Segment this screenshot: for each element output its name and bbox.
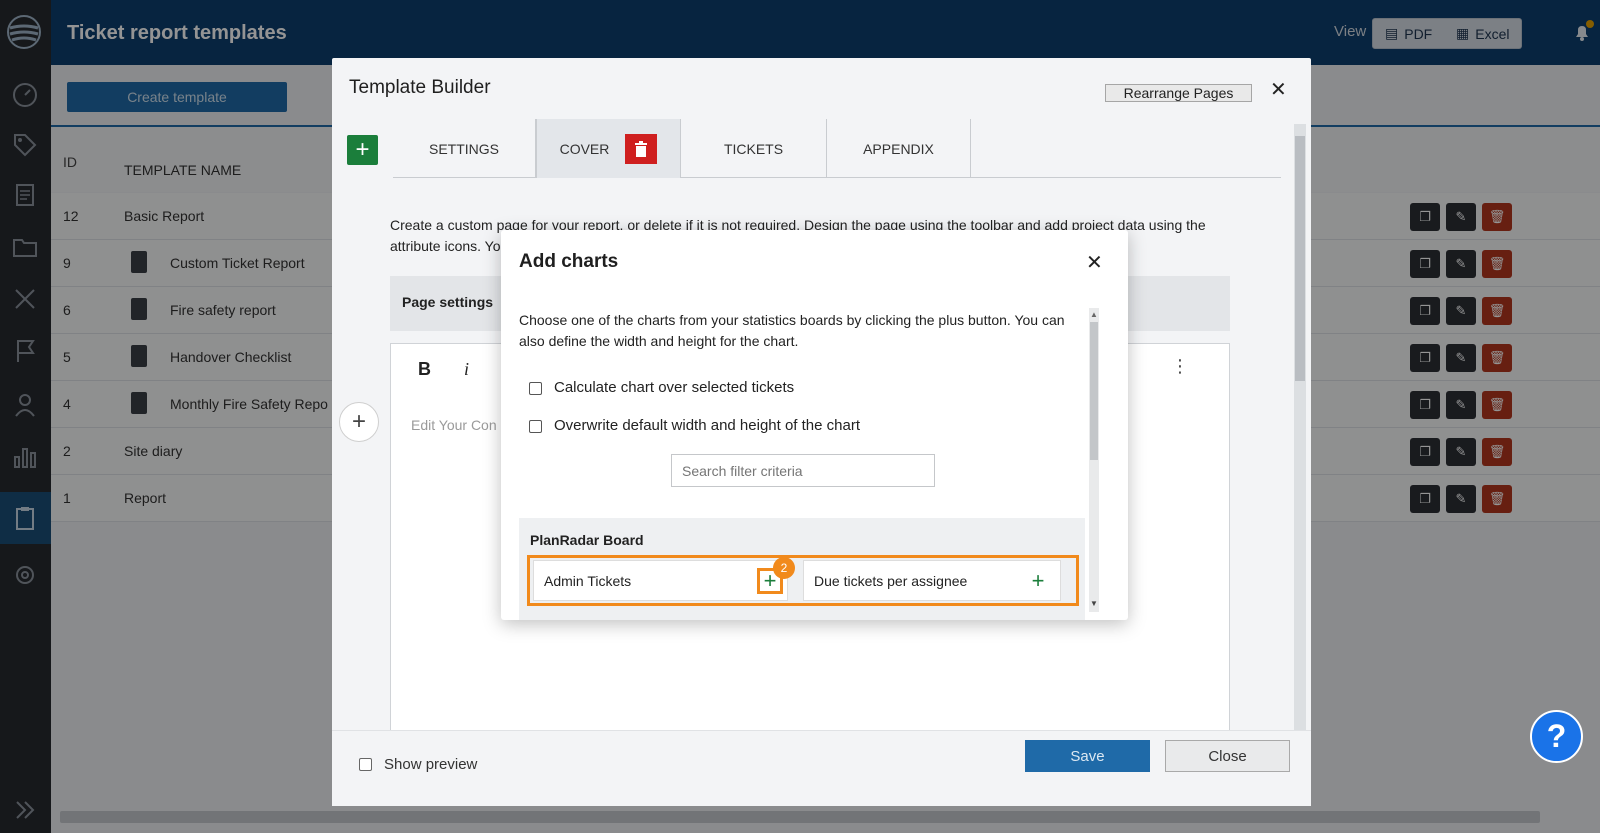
scrollbar-thumb[interactable] xyxy=(1295,136,1305,381)
step-badge: 2 xyxy=(773,557,795,579)
search-filter-input[interactable] xyxy=(671,454,935,487)
scroll-down-icon[interactable]: ▼ xyxy=(1090,599,1098,608)
board-name: PlanRadar Board xyxy=(530,532,644,548)
highlight-frame xyxy=(527,555,1079,606)
add-charts-scrollbar[interactable]: ▲ ▼ xyxy=(1089,308,1099,612)
overwrite-size-label: Overwrite default width and height of th… xyxy=(554,417,861,434)
template-builder-title: Template Builder xyxy=(349,77,491,98)
tab-label: SETTINGS xyxy=(428,140,499,157)
bold-button[interactable]: B xyxy=(418,359,431,380)
tab-label: COVER xyxy=(559,140,610,157)
add-page-button[interactable]: + xyxy=(347,135,378,165)
tab-appendix[interactable]: APPENDIX xyxy=(827,119,971,178)
calculate-selected-checkbox[interactable] xyxy=(529,382,542,395)
tab-cover[interactable]: COVER xyxy=(536,119,681,178)
calculate-selected-label: Calculate chart over selected tickets xyxy=(554,379,795,396)
scroll-up-icon[interactable]: ▲ xyxy=(1090,310,1098,319)
add-charts-title: Add charts xyxy=(519,251,619,272)
overwrite-size-checkbox[interactable] xyxy=(529,420,542,433)
more-options-icon[interactable]: ⋮ xyxy=(1171,356,1189,377)
editor-placeholder: Edit Your Con xyxy=(411,417,497,433)
close-button[interactable]: Close xyxy=(1165,740,1290,772)
tab-tickets[interactable]: TICKETS xyxy=(681,119,827,178)
scrollbar-thumb[interactable] xyxy=(1090,322,1098,460)
save-button[interactable]: Save xyxy=(1025,740,1150,772)
page-settings-label: Page settings xyxy=(402,294,494,310)
add-charts-description: Choose one of the charts from your stati… xyxy=(519,312,1065,349)
trash-icon xyxy=(635,140,648,157)
template-builder-footer: Show preview Save Close xyxy=(332,730,1311,806)
delete-cover-button[interactable] xyxy=(625,133,658,164)
show-preview-checkbox[interactable] xyxy=(359,758,372,771)
show-preview-label: Show preview xyxy=(384,756,478,773)
tab-label: APPENDIX xyxy=(863,140,934,157)
insert-element-button[interactable]: + xyxy=(339,402,379,442)
italic-button[interactable]: i xyxy=(464,359,469,380)
template-builder-scrollbar[interactable] xyxy=(1294,124,1306,734)
add-charts-close-icon[interactable]: ✕ xyxy=(1086,250,1103,275)
help-button[interactable]: ? xyxy=(1530,710,1583,763)
add-charts-modal: Add charts ✕ Choose one of the charts fr… xyxy=(501,230,1128,620)
rearrange-pages-button[interactable]: Rearrange Pages xyxy=(1105,84,1252,102)
page-tabs: SETTINGS COVER TICKETS APPENDIX xyxy=(393,119,1281,178)
tab-settings[interactable]: SETTINGS xyxy=(393,119,536,178)
template-builder-close-icon[interactable]: ✕ xyxy=(1270,77,1287,102)
tab-label: TICKETS xyxy=(723,140,784,157)
planradar-board: PlanRadar Board Admin Tickets + Due tick… xyxy=(519,518,1085,620)
